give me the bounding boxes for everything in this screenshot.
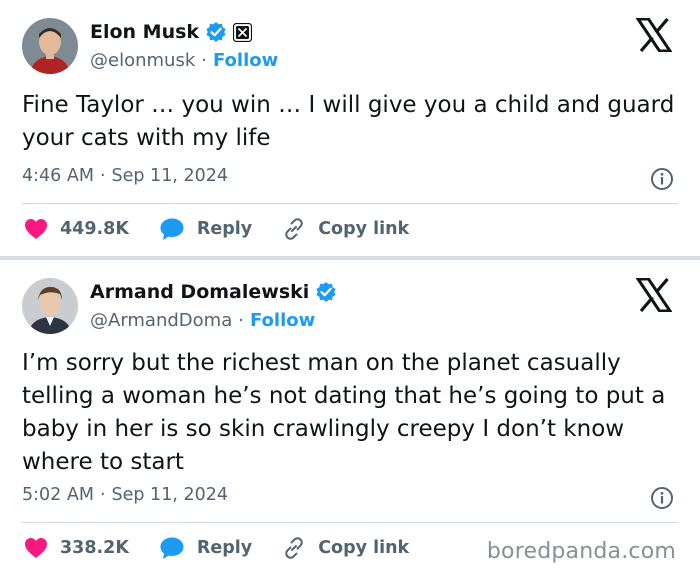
like-count: 449.8K: [60, 219, 129, 239]
reply-bubble-icon: [160, 218, 184, 240]
author-name-row: Armand Domalewski: [90, 278, 337, 306]
copy-link-label: Copy link: [318, 538, 410, 558]
tweet-text: I’m sorry but the richest man on the pla…: [22, 350, 666, 475]
follow-button[interactable]: Follow: [250, 310, 315, 331]
action-bar: 449.8K Reply Copy link: [24, 214, 439, 244]
tweet-card-2: Armand Domalewski @ArmandDoma · Follow I…: [0, 260, 700, 576]
heart-icon: [25, 219, 47, 239]
action-bar: 338.2K Reply Copy link: [24, 533, 439, 563]
separator-dot: ·: [99, 485, 106, 505]
reply-button[interactable]: Reply: [159, 217, 252, 241]
author-name[interactable]: Elon Musk: [90, 21, 199, 43]
watermark-text: boredpanda.com: [486, 539, 676, 564]
x-logo-icon[interactable]: [636, 278, 672, 312]
author-handle[interactable]: @ArmandDoma: [90, 310, 232, 331]
copy-link-button[interactable]: Copy link: [282, 536, 409, 560]
info-icon[interactable]: [650, 167, 674, 191]
tweet-time: 5:02 AM: [22, 485, 94, 505]
separator-dot: ·: [99, 166, 106, 186]
divider: [22, 203, 678, 204]
divider: [22, 522, 678, 523]
avatar[interactable]: [22, 18, 78, 74]
verified-badge-icon: [316, 282, 336, 302]
x-logo-icon[interactable]: [636, 18, 672, 52]
link-icon: [285, 218, 303, 240]
verified-badge-icon: [206, 22, 226, 42]
like-count: 338.2K: [60, 538, 129, 558]
copy-link-button[interactable]: Copy link: [282, 217, 409, 241]
separator-dot: ·: [238, 309, 244, 331]
reply-button[interactable]: Reply: [159, 536, 252, 560]
separator-dot: ·: [201, 49, 207, 71]
handle-row: @ArmandDoma · Follow: [90, 307, 315, 333]
info-icon[interactable]: [650, 486, 674, 510]
like-button[interactable]: 449.8K: [24, 218, 129, 240]
author-handle[interactable]: @elonmusk: [90, 50, 195, 71]
x-affiliate-badge-icon: [233, 22, 253, 42]
reply-label: Reply: [196, 219, 253, 239]
reply-bubble-icon: [160, 537, 184, 559]
avatar[interactable]: [22, 278, 78, 334]
follow-button[interactable]: Follow: [213, 50, 278, 71]
tweet-text: Fine Taylor … you win … I will give you …: [22, 92, 675, 151]
tweet-date: Sep 11, 2024: [111, 166, 228, 186]
link-icon: [285, 537, 303, 559]
handle-row: @elonmusk · Follow: [90, 47, 278, 73]
copy-link-label: Copy link: [318, 219, 410, 239]
like-button[interactable]: 338.2K: [24, 537, 129, 559]
tweet-date: Sep 11, 2024: [111, 485, 228, 505]
tweet-card-1: Elon Musk @elonmusk · Follow Fine Taylor…: [0, 0, 700, 257]
timestamp[interactable]: 4:46 AM · Sep 11, 2024: [22, 166, 228, 186]
timestamp[interactable]: 5:02 AM · Sep 11, 2024: [22, 485, 228, 505]
author-name-row: Elon Musk: [90, 18, 253, 46]
reply-label: Reply: [196, 538, 253, 558]
tweet-time: 4:46 AM: [22, 166, 94, 186]
author-name[interactable]: Armand Domalewski: [90, 281, 309, 303]
heart-icon: [25, 538, 47, 558]
